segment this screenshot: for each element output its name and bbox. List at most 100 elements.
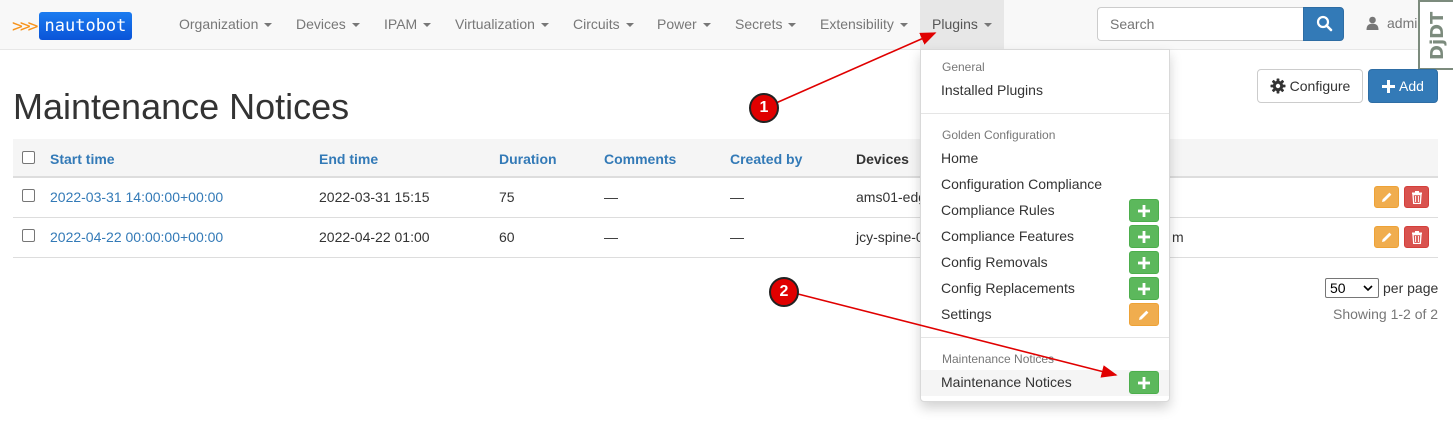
brand-name: nautobot (38, 12, 133, 40)
caret-down-icon (788, 23, 797, 28)
add-compliance-feature-button[interactable] (1129, 225, 1159, 248)
dropdown-header-maintenance-notices: Maintenance Notices (942, 352, 1055, 366)
column-created-by[interactable]: Created by (730, 151, 802, 167)
duration: 60 (499, 229, 515, 245)
dropdown-header-general: General (942, 60, 985, 74)
user-icon (1366, 16, 1379, 30)
search-input[interactable] (1097, 7, 1303, 41)
search-icon (1316, 15, 1333, 32)
per-page-value: 50 (1330, 280, 1346, 296)
select-all-checkbox[interactable] (22, 151, 35, 164)
plus-icon (1138, 282, 1150, 295)
table-header: Start time End time Duration Comments Cr… (13, 139, 1438, 178)
caret-down-icon (983, 23, 992, 28)
menu-item-maintenance-notices[interactable]: Maintenance Notices (921, 370, 1169, 396)
trash-icon (1411, 190, 1422, 204)
caret-down-icon (351, 23, 360, 28)
add-compliance-rule-button[interactable] (1129, 199, 1159, 222)
menu-item-label: Compliance Rules (941, 202, 1055, 218)
edit-button[interactable] (1374, 186, 1399, 208)
column-devices: Devices (856, 151, 909, 167)
menu-item-compliance-rules[interactable]: Compliance Rules (921, 198, 1169, 224)
duration: 75 (499, 189, 515, 205)
search-button[interactable] (1303, 7, 1344, 41)
plus-icon (1138, 376, 1150, 389)
menu-item-label: Home (941, 150, 979, 166)
per-page-select[interactable]: 50 (1325, 278, 1379, 298)
column-duration[interactable]: Duration (499, 151, 557, 167)
djdt-label: DjDT (1427, 11, 1448, 61)
menu-item-home[interactable]: Home (921, 146, 1169, 172)
menu-item-settings[interactable]: Settings (921, 302, 1169, 328)
nav-label: Power (657, 16, 697, 32)
delete-button[interactable] (1404, 186, 1429, 208)
nav-label: Circuits (573, 16, 620, 32)
nav-label: Virtualization (455, 16, 535, 32)
nav-label: Plugins (932, 16, 978, 32)
plus-icon (1138, 230, 1150, 243)
configure-button[interactable]: Configure (1257, 69, 1363, 103)
start-time-link[interactable]: 2022-03-31 14:00:00+00:00 (50, 189, 223, 205)
edit-button[interactable] (1374, 226, 1399, 248)
nav-label: Secrets (735, 16, 783, 32)
menu-item-configuration-compliance[interactable]: Configuration Compliance (921, 172, 1169, 198)
user-menu[interactable]: admin (1366, 15, 1425, 31)
caret-down-icon (702, 23, 711, 28)
menu-item-compliance-features[interactable]: Compliance Features (921, 224, 1169, 250)
delete-button[interactable] (1404, 226, 1429, 248)
menu-item-label: Configuration Compliance (941, 176, 1103, 192)
nav-label: Organization (179, 16, 259, 32)
menu-item-installed-plugins[interactable]: Installed Plugins (921, 78, 1169, 104)
nav-label: Extensibility (820, 16, 894, 32)
add-label: Add (1399, 78, 1424, 94)
chevron-down-icon (1363, 285, 1373, 292)
menu-item-config-removals[interactable]: Config Removals (921, 250, 1169, 276)
add-config-removal-button[interactable] (1129, 251, 1159, 274)
caret-down-icon (264, 23, 273, 28)
nav-power[interactable]: Power (645, 0, 723, 50)
pencil-icon (1381, 232, 1391, 242)
annotation-marker-2: 2 (769, 277, 799, 307)
nav-secrets[interactable]: Secrets (723, 0, 808, 50)
menu-item-config-replacements[interactable]: Config Replacements (921, 276, 1169, 302)
column-end-time[interactable]: End time (319, 151, 378, 167)
end-time: 2022-04-22 01:00 (319, 229, 430, 245)
brand-arrows: >>> (12, 15, 38, 37)
nav-ipam[interactable]: IPAM (372, 0, 443, 50)
devices: ams01-edg (856, 189, 927, 205)
pencil-icon (1381, 192, 1391, 202)
menu-item-label: Config Removals (941, 254, 1048, 270)
top-navbar: >>> nautobot Organization Devices IPAM V… (0, 0, 1453, 50)
add-maintenance-notice-button[interactable] (1129, 371, 1159, 394)
dropdown-divider (921, 113, 1169, 114)
column-start-time[interactable]: Start time (50, 151, 115, 167)
comments: — (604, 229, 618, 245)
comments: — (604, 189, 618, 205)
nav-circuits[interactable]: Circuits (561, 0, 646, 50)
nav-extensibility[interactable]: Extensibility (808, 0, 920, 50)
column-comments[interactable]: Comments (604, 151, 676, 167)
page-title: Maintenance Notices (13, 86, 350, 127)
start-time-link[interactable]: 2022-04-22 00:00:00+00:00 (50, 229, 223, 245)
row-checkbox[interactable] (22, 229, 35, 242)
dropdown-divider (921, 337, 1169, 338)
debug-toolbar-toggle[interactable]: DjDT (1418, 0, 1453, 70)
nav-label: Devices (296, 16, 346, 32)
add-button[interactable]: Add (1368, 69, 1438, 103)
row-checkbox[interactable] (22, 189, 35, 202)
nav-label: IPAM (384, 16, 418, 32)
nav-organization[interactable]: Organization (167, 0, 284, 50)
table-row: 2022-03-31 14:00:00+00:00 2022-03-31 15:… (13, 178, 1438, 218)
annotation-marker-1: 1 (749, 93, 779, 123)
edit-settings-button[interactable] (1129, 303, 1159, 326)
add-config-replacement-button[interactable] (1129, 277, 1159, 300)
pencil-icon (1139, 310, 1149, 320)
nav-virtualization[interactable]: Virtualization (443, 0, 561, 50)
trash-icon (1411, 230, 1422, 244)
caret-down-icon (899, 23, 908, 28)
menu-item-label: Installed Plugins (941, 82, 1043, 98)
nav-devices[interactable]: Devices (284, 0, 372, 50)
nautobot-logo[interactable]: >>> nautobot (12, 11, 133, 41)
caret-down-icon (423, 23, 432, 28)
nav-plugins[interactable]: Plugins (920, 0, 1004, 50)
